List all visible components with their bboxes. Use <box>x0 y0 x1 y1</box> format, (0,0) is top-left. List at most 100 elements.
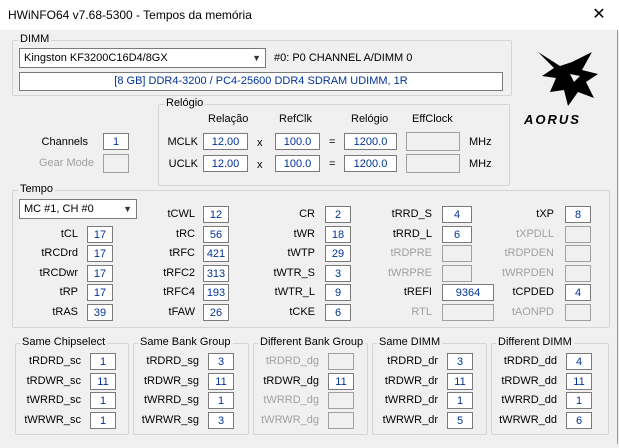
twrwr-dg-value <box>328 411 354 429</box>
tcl-label: tCL <box>60 227 78 240</box>
equals-sign: = <box>329 158 336 170</box>
twrwr-dd-label: tWRWR_dd <box>499 413 557 426</box>
channels-label: Channels <box>41 136 88 148</box>
trdrd-dr-value: 3 <box>447 353 473 370</box>
trdrd-sg-value: 3 <box>208 353 234 370</box>
different-bank-group-legend: Different Bank Group <box>258 336 366 348</box>
trdrd-sc-label: tRDRD_sc <box>29 355 81 367</box>
effclock-value <box>406 154 460 173</box>
twtr-s-value: 3 <box>325 264 351 282</box>
times-sign: x <box>257 137 263 149</box>
twrwr-dd-value: 6 <box>566 411 592 429</box>
trdrd-dd-value: 4 <box>566 353 592 370</box>
trfc4-label: tRFC4 <box>163 286 195 298</box>
trdwr-sc-label: tRDWR_sc <box>26 374 81 387</box>
trdpden-label: tRDPDEN <box>504 247 554 259</box>
twtp-value: 29 <box>325 245 351 262</box>
twrpden-label: tWRPDEN <box>502 266 554 279</box>
trdrd-dg-label: tRDRD_dg <box>265 355 319 367</box>
twtp-label: tWTP <box>287 247 316 259</box>
twr-value: 18 <box>325 225 351 243</box>
clock-row-label: MCLK <box>167 136 198 148</box>
rtl-value <box>442 303 494 321</box>
trfc-label: tRFC <box>169 247 195 259</box>
ratio-header: Relação <box>208 113 249 125</box>
trfc-value: 421 <box>203 245 229 262</box>
tfaw-label: tFAW <box>168 305 195 318</box>
twrwr-dg-label: tWRWR_dg <box>261 413 319 426</box>
clock-legend: Relógio <box>164 97 206 109</box>
trdpden-value <box>565 245 591 262</box>
twrwr-sc-label: tWRWR_sc <box>24 413 81 426</box>
twrrd-sc-label: tWRRD_sc <box>26 394 81 406</box>
trdrd-dd-label: tRDRD_dd <box>503 355 557 367</box>
trdwr-dd-label: tRDWR_dd <box>501 374 557 387</box>
close-icon[interactable]: ✕ <box>585 3 613 27</box>
twtr-s-label: tWTR_S <box>273 266 315 279</box>
trfc2-value: 313 <box>203 264 229 282</box>
twrrd-sg-value: 1 <box>208 392 234 409</box>
trdpre-value <box>442 245 472 262</box>
rtl-label: RTL <box>411 305 432 318</box>
trefi-label: tREFI <box>403 286 432 298</box>
same-bank-group-legend: Same Bank Group <box>138 336 233 348</box>
memory-controller-select[interactable]: MC #1, CH #0 ▼ <box>19 199 137 219</box>
trdpre-label: tRDPRE <box>390 247 432 259</box>
trdrd-dr-label: tRDRD_dr <box>387 355 438 367</box>
dimm-legend: DIMM <box>18 33 52 45</box>
twrpre-label: tWRPRE <box>388 266 432 279</box>
clock-unit: MHz <box>469 136 492 148</box>
gear-mode-value <box>103 154 129 173</box>
trrd-s-value: 4 <box>442 206 472 223</box>
twrwr-dr-label: tWRWR_dr <box>382 413 438 426</box>
aorus-logo: AORUS <box>520 48 610 128</box>
trrd-s-label: tRRD_S <box>391 208 432 220</box>
gear-mode-label: Gear Mode <box>38 157 94 169</box>
trp-label: tRP <box>59 286 78 298</box>
twrrd-dd-value: 1 <box>566 392 592 409</box>
tcke-label: tCKE <box>289 305 315 318</box>
clock-unit: MHz <box>469 158 492 170</box>
equals-sign: = <box>329 136 336 148</box>
times-sign: x <box>257 159 263 171</box>
trc-label: tRC <box>176 227 195 240</box>
trp-value: 17 <box>87 284 113 301</box>
trfc4-value: 193 <box>203 284 229 301</box>
trrd-l-value: 6 <box>442 225 472 243</box>
twrrd-dg-label: tWRRD_dg <box>263 394 319 406</box>
clock-ratio-value: 12.00 <box>203 133 248 150</box>
tras-value: 39 <box>87 303 113 321</box>
taonpd-value <box>565 303 591 321</box>
dimm-select[interactable]: Kingston KF3200C16D4/8GX ▼ <box>19 48 266 68</box>
trcdrd-label: tRCDrd <box>41 247 78 259</box>
trcdwr-label: tRCDwr <box>39 266 79 279</box>
trdrd-sg-label: tRDRD_sg <box>146 355 199 367</box>
trdwr-dd-value: 11 <box>566 372 592 390</box>
tcpded-label: tCPDED <box>512 286 554 298</box>
effclock-header: EffClock <box>412 113 453 125</box>
chevron-down-icon: ▼ <box>252 53 261 63</box>
txp-label: tXP <box>536 208 554 220</box>
clock-value: 1200.0 <box>344 133 397 150</box>
cr-label: CR <box>299 208 315 220</box>
effclock-value <box>406 132 460 151</box>
dimm-info-bar: [8 GB] DDR4-3200 / PC4-25600 DDR4 SDRAM … <box>19 72 503 91</box>
cr-value: 2 <box>325 206 351 223</box>
twrrd-dr-value: 1 <box>447 392 473 409</box>
trdrd-dg-value <box>328 353 354 370</box>
memory-controller-select-value: MC #1, CH #0 <box>24 203 94 215</box>
tcwl-label: tCWL <box>167 208 196 220</box>
txpdll-value <box>565 225 591 243</box>
trcdwr-value: 17 <box>87 264 113 282</box>
txp-value: 8 <box>565 206 591 223</box>
dimm-select-value: Kingston KF3200C16D4/8GX <box>24 52 168 64</box>
background-window-text <box>0 440 619 448</box>
title-bar: HWiNFO64 v7.68-5300 - Tempos da memória … <box>0 0 619 30</box>
same-chipselect-legend: Same Chipselect <box>20 336 108 348</box>
trrd-l-label: tRRD_L <box>392 227 432 240</box>
logo-text: AORUS <box>524 112 581 127</box>
taonpd-label: tAONPD <box>511 305 554 318</box>
channels-value: 1 <box>103 133 129 150</box>
tcke-value: 6 <box>325 303 351 321</box>
trdwr-dr-label: tRDWR_dr <box>384 374 438 387</box>
